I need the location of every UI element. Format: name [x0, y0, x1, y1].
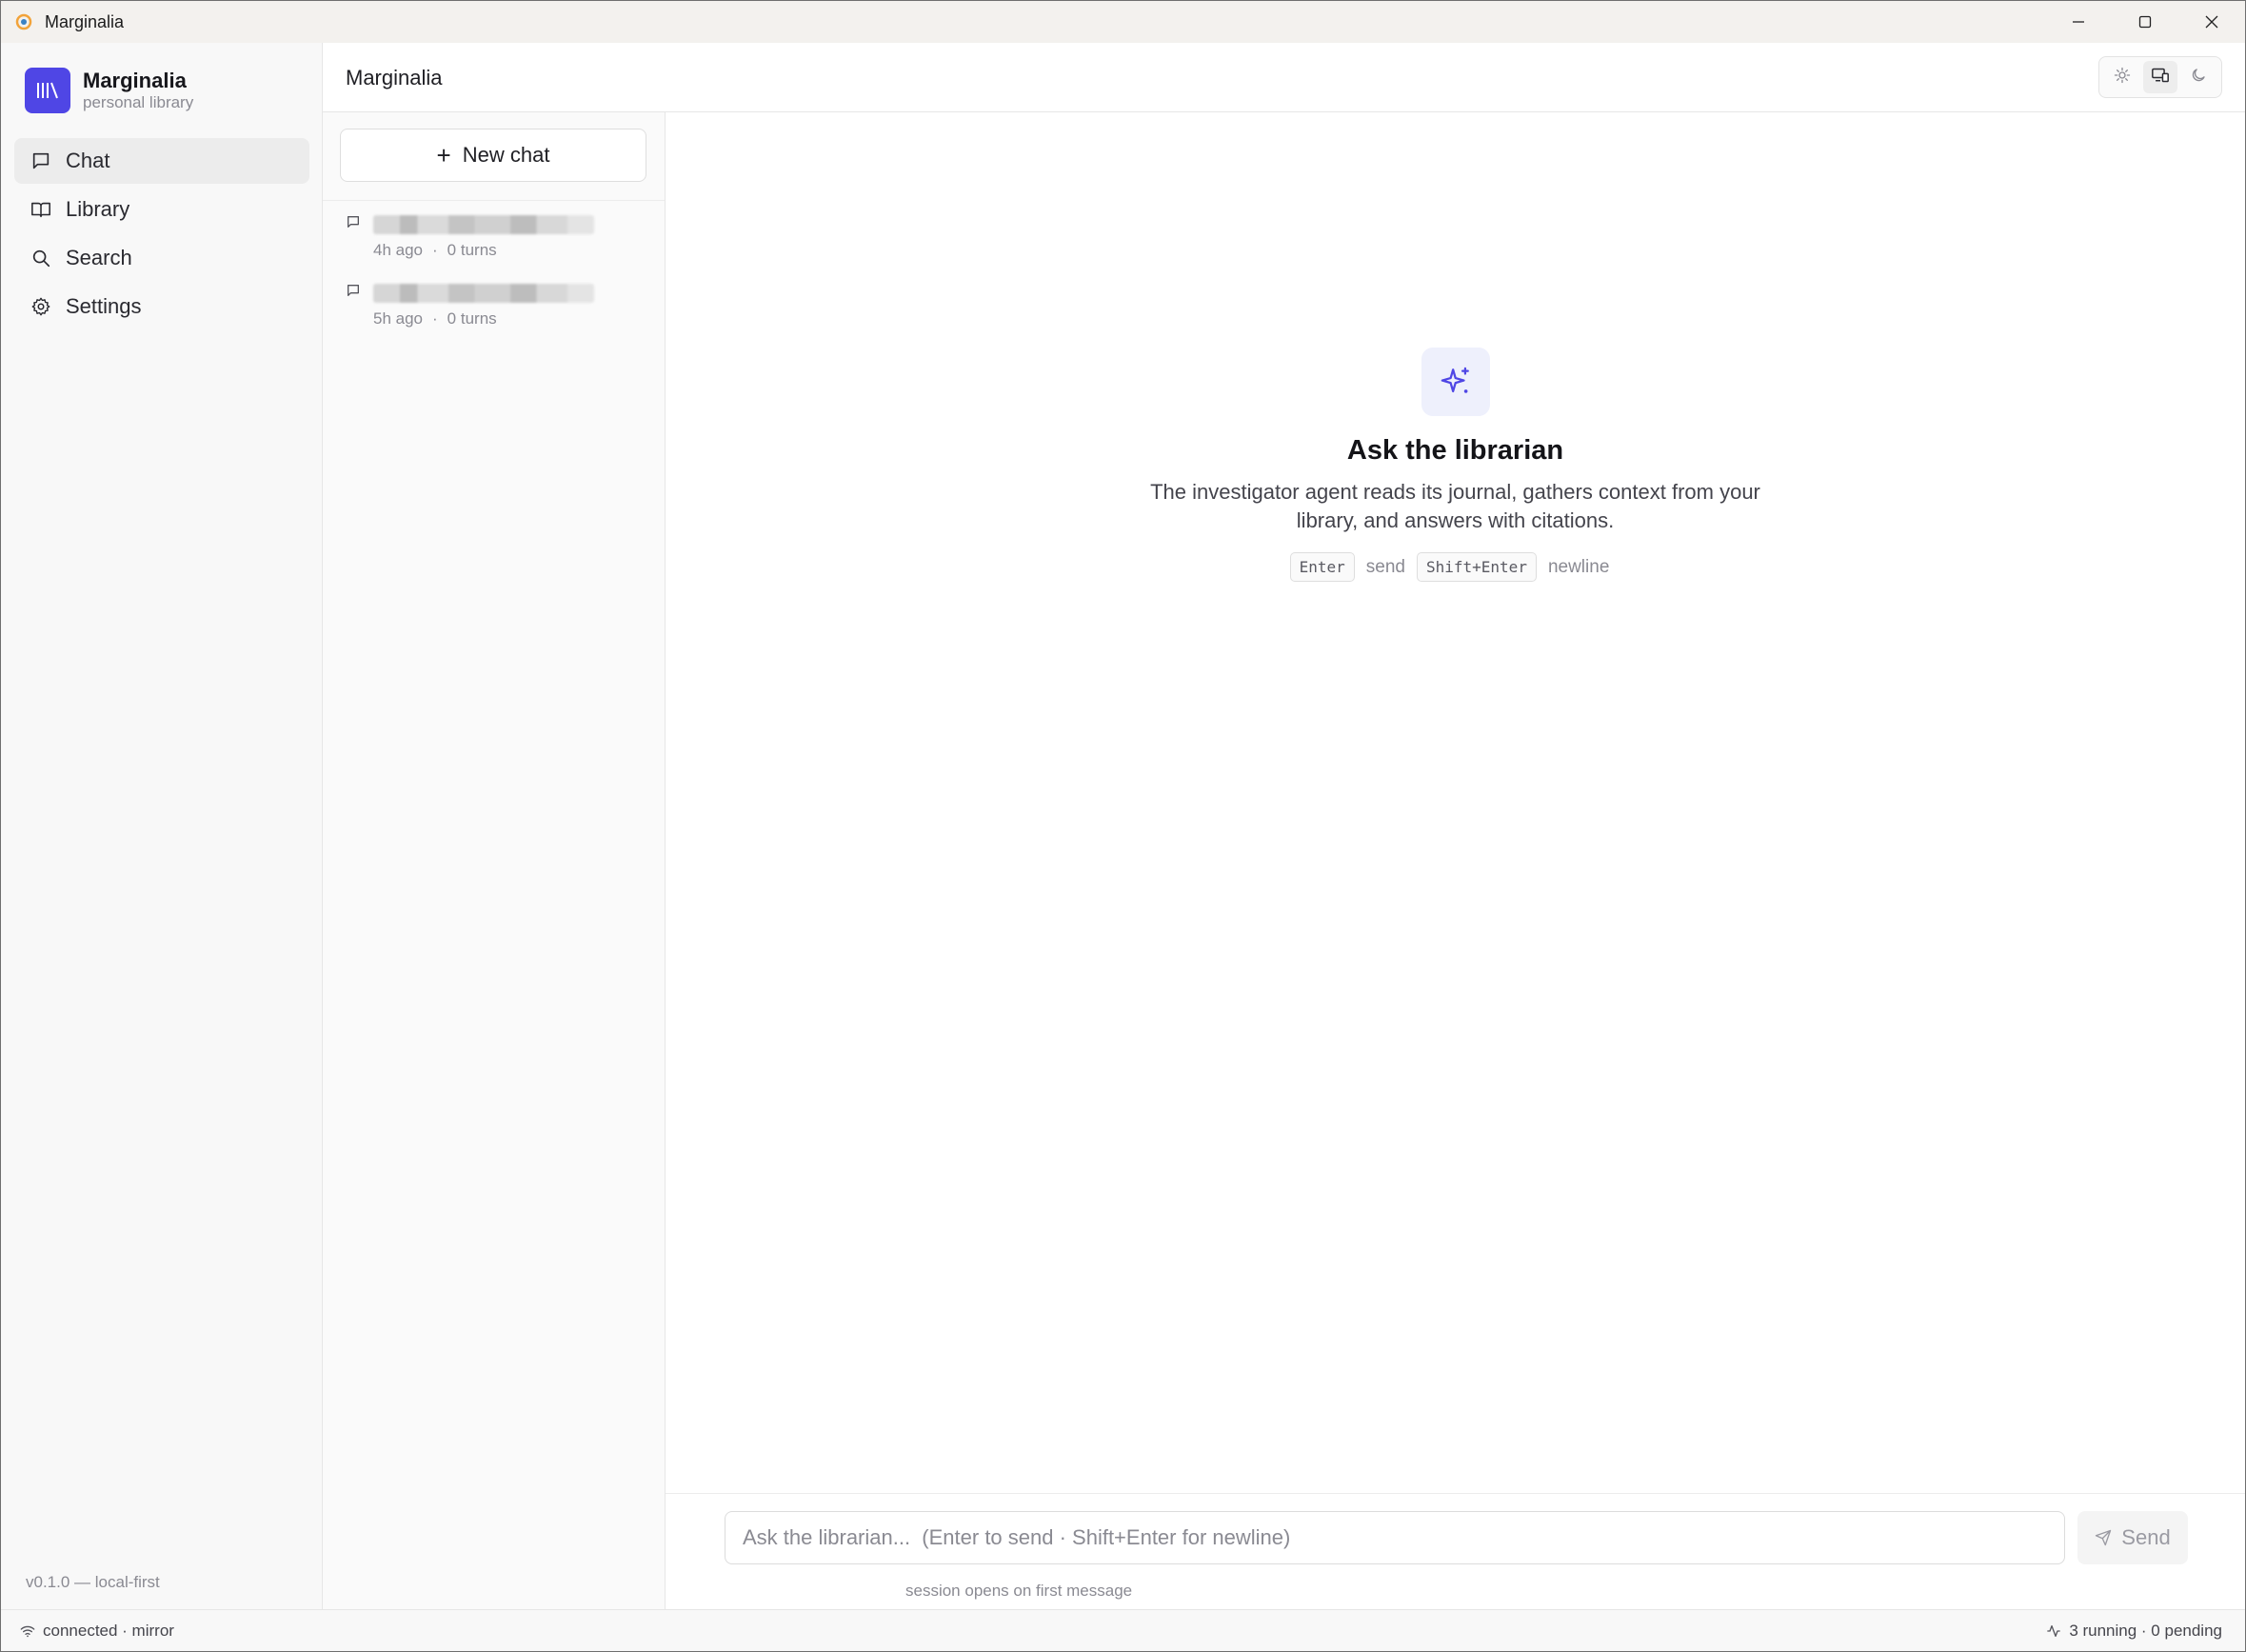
brand-name: Marginalia [83, 69, 187, 92]
sparkles-icon [1421, 348, 1490, 416]
keyboard-hints: Enter send Shift+Enter newline [666, 552, 2245, 582]
sidebar-item-settings[interactable]: Settings [14, 284, 309, 329]
shift-enter-key-hint: Shift+Enter [1416, 552, 1537, 582]
system-theme-button[interactable] [2143, 61, 2177, 93]
page-title: Marginalia [346, 66, 443, 90]
wifi-icon [20, 1624, 35, 1638]
book-open-icon [30, 198, 52, 221]
send-icon [2095, 1529, 2112, 1546]
brand-subtitle: personal library [83, 93, 194, 111]
chat-session-list: + New chat 4h ago · 0 turns 5h ago · 0 turns [323, 112, 666, 1611]
sun-icon [2114, 67, 2131, 89]
connection-status: connected · mirror [43, 1622, 174, 1640]
light-theme-button[interactable] [2105, 61, 2139, 93]
list-item[interactable]: 5h ago · 0 turns [323, 269, 665, 338]
dark-theme-button[interactable] [2181, 61, 2216, 93]
composer: Send session opens on first message [666, 1493, 2245, 1611]
new-chat-button[interactable]: + New chat [340, 129, 646, 182]
session-title-redacted [373, 284, 594, 303]
app-logo-icon [14, 12, 33, 31]
empty-state-description: The investigator agent reads its journal… [1150, 480, 1760, 532]
message-square-icon [346, 214, 363, 231]
sidebar-item-label: Library [66, 197, 130, 221]
sidebar-item-label: Settings [66, 294, 142, 318]
monitor-icon [2151, 67, 2170, 89]
new-chat-label: New chat [462, 143, 550, 167]
session-turns: 0 turns [447, 309, 497, 328]
send-label: Send [2121, 1525, 2171, 1549]
window-title: Marginalia [45, 11, 125, 31]
message-square-icon [30, 149, 52, 172]
moon-icon [2190, 67, 2207, 89]
send-button[interactable]: Send [2077, 1511, 2188, 1564]
message-input[interactable] [725, 1511, 2065, 1564]
sidebar-item-chat[interactable]: Chat [14, 138, 309, 184]
activity-icon [2046, 1623, 2061, 1639]
message-square-icon [346, 283, 363, 300]
empty-state-title: Ask the librarian [1346, 435, 1564, 466]
app-window: Marginalia Marginalia personal library C… [0, 0, 2246, 1652]
theme-switcher [2098, 56, 2222, 98]
session-time: 5h ago [373, 309, 423, 328]
list-item[interactable]: 4h ago · 0 turns [323, 201, 665, 269]
job-status: 3 running · 0 pending [2069, 1622, 2222, 1640]
top-header: Marginalia [323, 43, 2245, 112]
session-title-redacted [373, 215, 594, 234]
session-time: 4h ago [373, 241, 423, 259]
sidebar-item-label: Search [66, 246, 132, 269]
version-label: v0.1.0 — local-first [26, 1573, 160, 1591]
sidebar-item-label: Chat [66, 149, 110, 172]
hint-label: newline [1547, 556, 1610, 577]
minimize-button[interactable] [2045, 1, 2112, 43]
chat-main: Ask the librarian The investigator agent… [666, 112, 2245, 1611]
hint-label: send [1365, 556, 1405, 577]
plus-icon: + [436, 141, 451, 169]
sidebar-item-library[interactable]: Library [14, 187, 309, 232]
sidebar-nav: Chat Library Search Settings [14, 138, 309, 332]
composer-hint: session opens on first message [905, 1582, 1133, 1600]
status-bar: connected · mirror 3 running · 0 pending [1, 1609, 2245, 1651]
sidebar-item-search[interactable]: Search [14, 235, 309, 281]
enter-key-hint: Enter [1289, 552, 1355, 582]
search-icon [30, 247, 52, 269]
close-window-button[interactable] [2178, 1, 2245, 43]
brand: Marginalia personal library [25, 68, 193, 113]
gear-icon [30, 295, 52, 318]
empty-state: Ask the librarian The investigator agent… [666, 348, 2245, 582]
session-turns: 0 turns [447, 241, 497, 259]
library-logo-icon [25, 68, 70, 113]
maximize-button[interactable] [2112, 1, 2178, 43]
sidebar: Marginalia personal library Chat Library [1, 43, 323, 1611]
title-bar: Marginalia [1, 1, 2245, 43]
